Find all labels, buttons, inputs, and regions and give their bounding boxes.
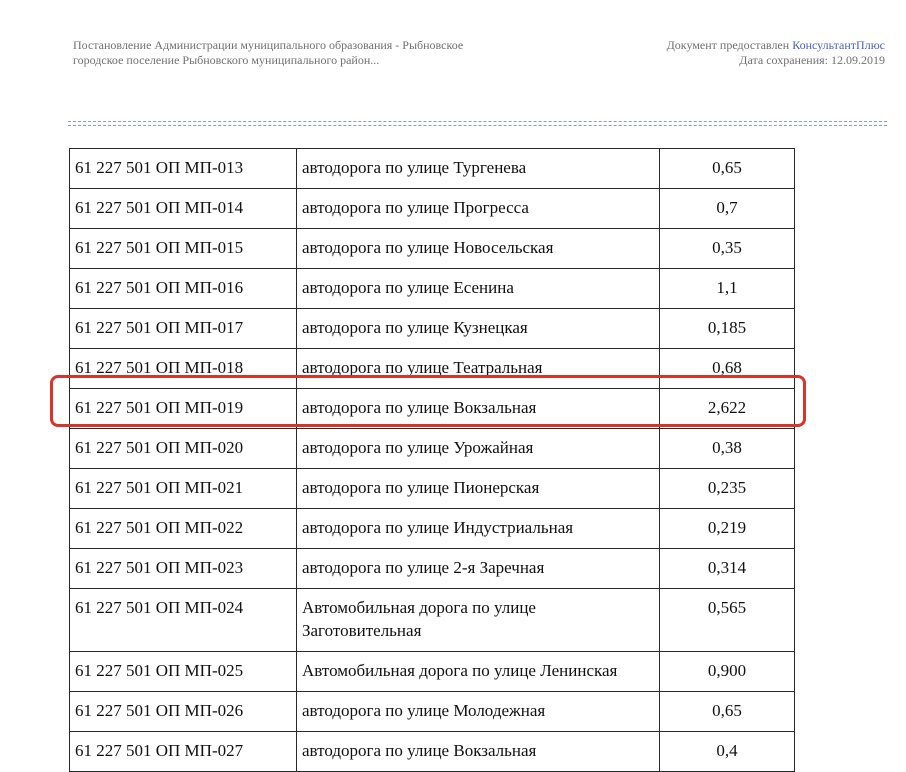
road-code-cell: 61 227 501 ОП МП-024 xyxy=(69,588,297,652)
road-length-cell: 0,185 xyxy=(659,308,795,349)
header-title-line2: городское поселение Рыбновского муниципа… xyxy=(73,53,380,67)
road-code-cell: 61 227 501 ОП МП-013 xyxy=(69,148,297,189)
road-length-cell: 0,35 xyxy=(659,228,795,269)
road-code-cell: 61 227 501 ОП МП-026 xyxy=(69,691,297,732)
road-code-cell: 61 227 501 ОП МП-014 xyxy=(69,188,297,229)
road-code-cell: 61 227 501 ОП МП-016 xyxy=(69,268,297,309)
road-length-cell: 0,65 xyxy=(659,148,795,189)
road-code-cell: 61 227 501 ОП МП-022 xyxy=(69,508,297,549)
road-name-cell: автодорога по улице Вокзальная xyxy=(296,731,660,772)
road-name-cell: автодорога по улице Индустриальная xyxy=(296,508,660,549)
consultant-plus-link[interactable]: КонсультантПлюс xyxy=(792,38,885,52)
table-row: 61 227 501 ОП МП-025 Автомобильная дорога… xyxy=(69,651,795,692)
road-name-cell: Автомобильная дорога по улице Ленинская xyxy=(296,651,660,692)
road-length-cell: 0,900 xyxy=(659,651,795,692)
road-length-cell: 0,68 xyxy=(659,348,795,389)
road-code-cell: 61 227 501 ОП МП-023 xyxy=(69,548,297,589)
table-row: 61 227 501 ОП МП-027 автодорога по улице … xyxy=(69,731,795,772)
roads-table: 61 227 501 ОП МП-013 автодорога по улице … xyxy=(69,148,795,772)
road-name-cell: автодорога по улице Новосельская xyxy=(296,228,660,269)
road-code-cell: 61 227 501 ОП МП-021 xyxy=(69,468,297,509)
road-name-cell: автодорога по улице 2-я Заречная xyxy=(296,548,660,589)
provided-label: Документ предоставлен xyxy=(666,38,790,52)
road-code-cell: 61 227 501 ОП МП-019 xyxy=(69,388,297,429)
road-length-cell: 1,1 xyxy=(659,268,795,309)
road-length-cell: 0,219 xyxy=(659,508,795,549)
road-name-cell: автодорога по улице Тургенева xyxy=(296,148,660,189)
road-code-cell: 61 227 501 ОП МП-018 xyxy=(69,348,297,389)
table-row: 61 227 501 ОП МП-020 автодорога по улице … xyxy=(69,428,795,469)
road-length-cell: 0,565 xyxy=(659,588,795,652)
save-date: Дата сохранения: 12.09.2019 xyxy=(739,53,885,67)
road-name-cell: Автомобильная дорога по улице Заготовите… xyxy=(296,588,660,652)
road-length-cell: 0,314 xyxy=(659,548,795,589)
road-name-cell: автодорога по улице Молодежная xyxy=(296,691,660,732)
road-code-cell: 61 227 501 ОП МП-017 xyxy=(69,308,297,349)
table-row: 61 227 501 ОП МП-015 автодорога по улице … xyxy=(69,228,795,269)
header-divider xyxy=(68,121,887,126)
table-row: 61 227 501 ОП МП-019 автодорога по улице … xyxy=(69,388,795,429)
table-row: 61 227 501 ОП МП-022 автодорога по улице … xyxy=(69,508,795,549)
header-title-line1: Постановление Администрации муниципально… xyxy=(73,38,464,52)
road-length-cell: 0,38 xyxy=(659,428,795,469)
road-name-cell: автодорога по улице Есенина xyxy=(296,268,660,309)
road-name-cell: автодорога по улице Пионерская xyxy=(296,468,660,509)
road-name-cell: автодорога по улице Кузнецкая xyxy=(296,308,660,349)
road-name-cell: автодорога по улице Вокзальная xyxy=(296,388,660,429)
road-name-cell: автодорога по улице Прогресса xyxy=(296,188,660,229)
table-row: 61 227 501 ОП МП-017 автодорога по улице … xyxy=(69,308,795,349)
table-row: 61 227 501 ОП МП-014 автодорога по улице … xyxy=(69,188,795,229)
road-code-cell: 61 227 501 ОП МП-015 xyxy=(69,228,297,269)
road-length-cell: 0,235 xyxy=(659,468,795,509)
provider-line: Документ предоставлен КонсультантПлюс xyxy=(667,38,885,53)
road-name-cell: автодорога по улице Театральная xyxy=(296,348,660,389)
table-row: 61 227 501 ОП МП-018 автодорога по улице … xyxy=(69,348,795,389)
road-length-cell: 0,4 xyxy=(659,731,795,772)
road-length-cell: 0,7 xyxy=(659,188,795,229)
table-row: 61 227 501 ОП МП-016 автодорога по улице … xyxy=(69,268,795,309)
road-name-cell: автодорога по улице Урожайная xyxy=(296,428,660,469)
road-code-cell: 61 227 501 ОП МП-025 xyxy=(69,651,297,692)
road-code-cell: 61 227 501 ОП МП-020 xyxy=(69,428,297,469)
road-code-cell: 61 227 501 ОП МП-027 xyxy=(69,731,297,772)
table-row: 61 227 501 ОП МП-013 автодорога по улице … xyxy=(69,148,795,189)
table-row: 61 227 501 ОП МП-023 автодорога по улице … xyxy=(69,548,795,589)
document-header-title: Постановление Администрации муниципально… xyxy=(73,38,523,68)
document-provider-info: Документ предоставлен КонсультантПлюс Да… xyxy=(667,38,885,68)
table-row: 61 227 501 ОП МП-024 Автомобильная дорога… xyxy=(69,588,795,652)
road-length-cell: 2,622 xyxy=(659,388,795,429)
table-row: 61 227 501 ОП МП-021 автодорога по улице … xyxy=(69,468,795,509)
road-length-cell: 0,65 xyxy=(659,691,795,732)
table-row: 61 227 501 ОП МП-026 автодорога по улице … xyxy=(69,691,795,732)
